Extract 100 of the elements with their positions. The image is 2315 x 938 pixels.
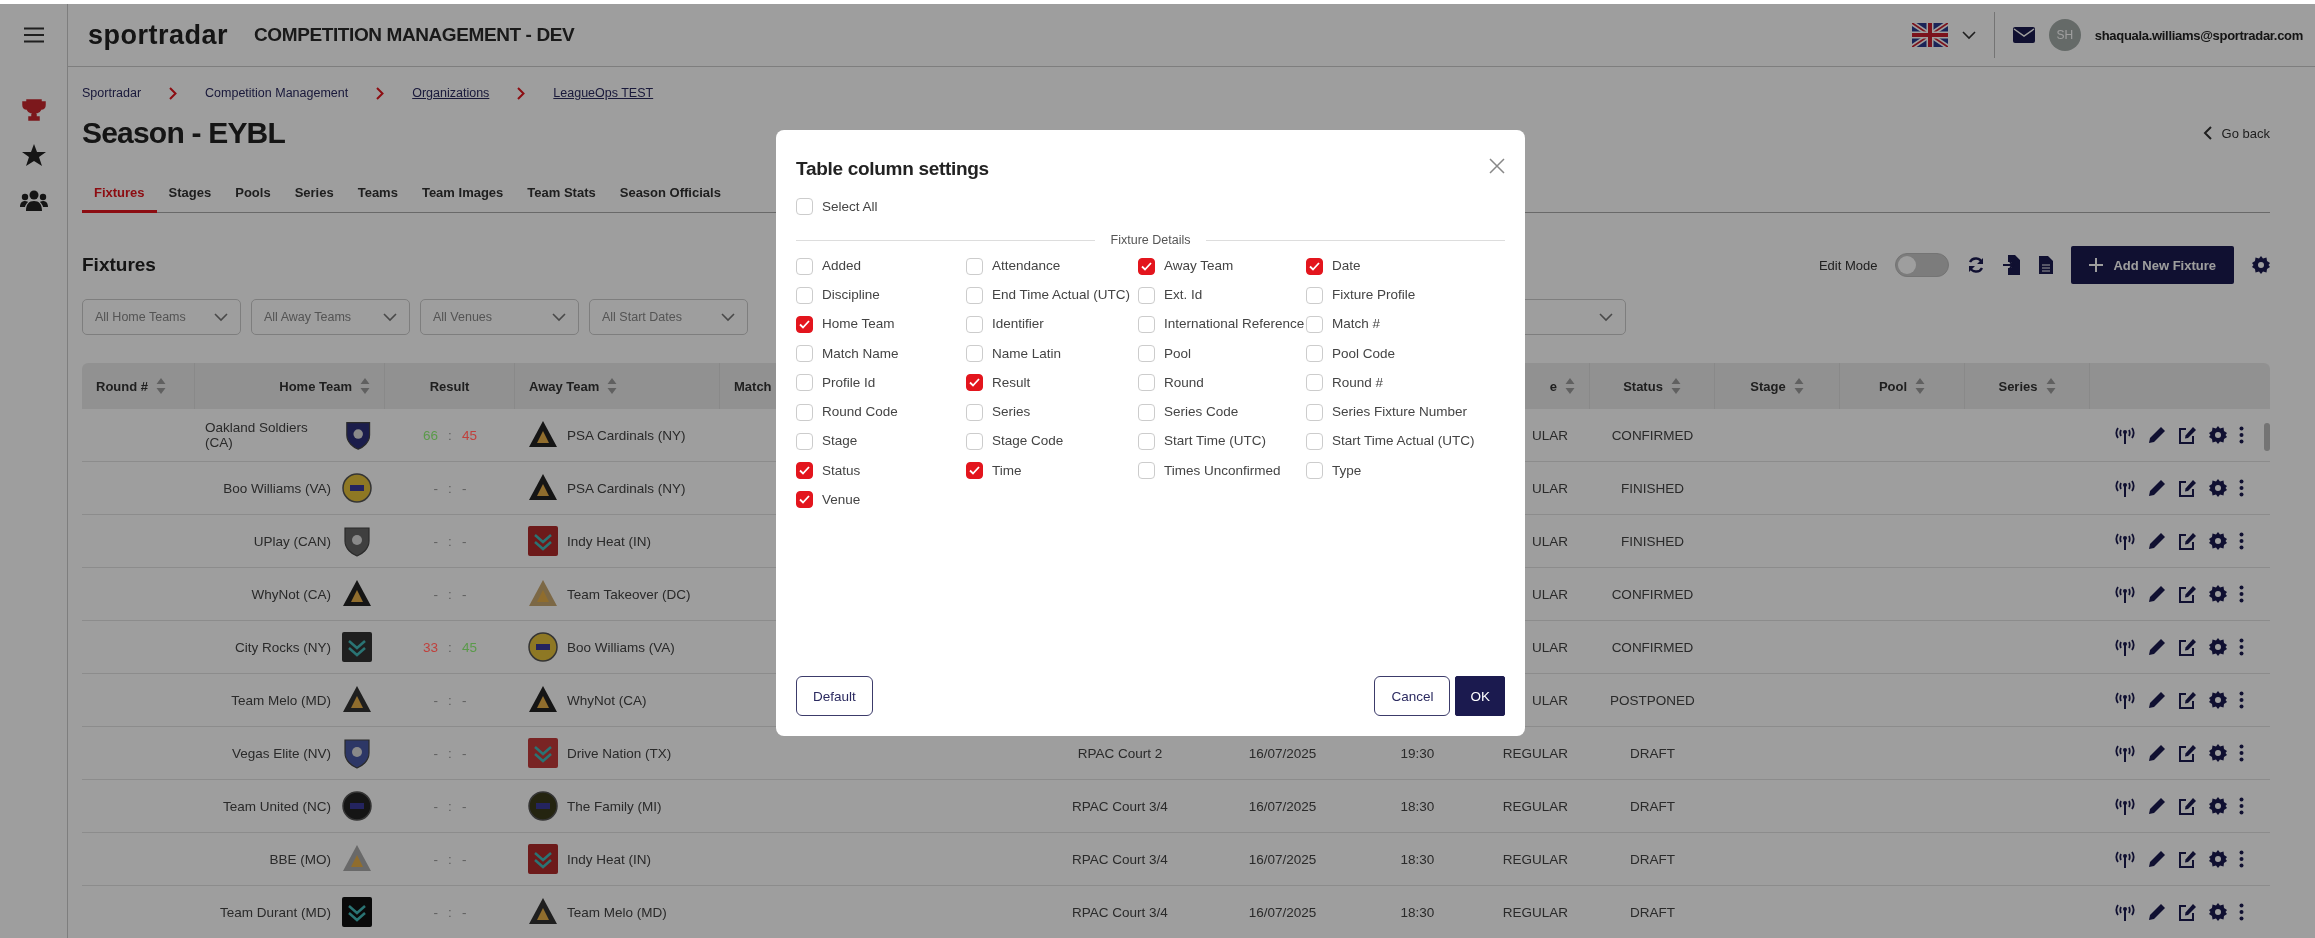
more-icon[interactable] [2239, 691, 2244, 709]
mail-icon[interactable] [2012, 27, 2035, 43]
more-icon[interactable] [2239, 585, 2244, 603]
pencil-icon[interactable] [2148, 903, 2166, 921]
edit-icon[interactable] [2178, 426, 2197, 444]
checkbox-label: Select All [822, 199, 878, 214]
breadcrumb-link[interactable]: LeagueOps TEST [553, 86, 654, 100]
file-import-icon[interactable] [2003, 255, 2022, 275]
checkbox[interactable] [1138, 257, 1155, 275]
checkbox[interactable] [796, 491, 813, 509]
default-button[interactable]: Default [796, 676, 873, 716]
more-icon[interactable] [2239, 479, 2244, 497]
edit-icon[interactable] [2178, 850, 2197, 868]
tab[interactable]: Pools [223, 185, 283, 213]
tab[interactable]: Season Officials [607, 185, 733, 213]
refresh-icon[interactable] [1967, 256, 1986, 274]
settings-icon[interactable] [2209, 532, 2227, 550]
checkbox[interactable] [966, 462, 983, 480]
column-header[interactable]: Status [1590, 363, 1715, 409]
settings-icon[interactable] [2209, 479, 2227, 497]
star-icon[interactable] [21, 144, 46, 167]
settings-icon[interactable] [2252, 256, 2270, 274]
tab[interactable]: Fixtures [82, 185, 157, 213]
edit-icon[interactable] [2178, 691, 2197, 709]
broadcast-icon[interactable] [2114, 797, 2136, 815]
settings-icon[interactable] [2209, 744, 2227, 762]
broadcast-icon[interactable] [2114, 691, 2136, 709]
chevron-right-icon [169, 86, 178, 100]
broadcast-icon[interactable] [2114, 479, 2136, 497]
broadcast-icon[interactable] [2114, 426, 2136, 444]
pencil-icon[interactable] [2148, 479, 2166, 497]
broadcast-icon[interactable] [2114, 585, 2136, 603]
column-header[interactable]: Home Team [195, 363, 385, 409]
edit-mode-toggle[interactable] [1895, 253, 1950, 277]
column-header[interactable]: Away Team [515, 363, 720, 409]
trophy-icon[interactable] [21, 98, 46, 122]
settings-icon[interactable] [2209, 850, 2227, 868]
circle-emblem-icon [527, 631, 559, 663]
breadcrumb-link[interactable]: Competition Management [205, 86, 349, 100]
tab[interactable]: Stages [156, 185, 224, 213]
settings-icon[interactable] [2209, 797, 2227, 815]
column-header[interactable]: Pool [1840, 363, 1965, 409]
more-icon[interactable] [2239, 532, 2244, 550]
checkbox[interactable] [796, 462, 813, 480]
settings-icon[interactable] [2209, 903, 2227, 921]
pencil-icon[interactable] [2148, 585, 2166, 603]
edit-icon[interactable] [2178, 903, 2197, 921]
broadcast-icon[interactable] [2114, 532, 2136, 550]
edit-icon[interactable] [2178, 479, 2197, 497]
flag-icon[interactable] [1911, 23, 1948, 47]
breadcrumb-link[interactable]: Organizations [412, 86, 490, 100]
pencil-icon[interactable] [2148, 638, 2166, 656]
settings-icon[interactable] [2209, 638, 2227, 656]
edit-icon[interactable] [2178, 797, 2197, 815]
more-icon[interactable] [2239, 903, 2244, 921]
more-icon[interactable] [2239, 850, 2244, 868]
people-icon[interactable] [19, 189, 48, 211]
go-back-link[interactable]: Go back [2221, 125, 2270, 141]
ok-button[interactable]: OK [1455, 676, 1505, 716]
checkbox[interactable] [1306, 257, 1323, 275]
broadcast-icon[interactable] [2114, 903, 2136, 921]
more-icon[interactable] [2239, 797, 2244, 815]
more-icon[interactable] [2239, 744, 2244, 762]
broadcast-icon[interactable] [2114, 638, 2136, 656]
settings-icon[interactable] [2209, 426, 2227, 444]
add-fixture-button[interactable]: Add New Fixture [2071, 246, 2234, 284]
column-header[interactable]: Result [385, 363, 515, 409]
edit-icon[interactable] [2178, 638, 2197, 656]
pencil-icon[interactable] [2148, 850, 2166, 868]
more-icon[interactable] [2239, 426, 2244, 444]
tab[interactable]: Team Images [409, 185, 516, 213]
tab[interactable]: Teams [345, 185, 410, 213]
more-icon[interactable] [2239, 638, 2244, 656]
menu-icon[interactable] [23, 27, 44, 43]
pencil-icon[interactable] [2148, 797, 2166, 815]
pencil-icon[interactable] [2148, 744, 2166, 762]
edit-icon[interactable] [2178, 744, 2197, 762]
breadcrumb-link[interactable]: Sportradar [82, 86, 142, 100]
file-icon[interactable] [2039, 256, 2054, 274]
settings-icon[interactable] [2209, 691, 2227, 709]
tab[interactable]: Series [282, 185, 346, 213]
checkbox-label: Round # [1332, 373, 1384, 392]
pencil-icon[interactable] [2148, 691, 2166, 709]
column-header[interactable]: Stage [1715, 363, 1840, 409]
column-header[interactable]: Round # [82, 363, 195, 409]
pencil-icon[interactable] [2148, 532, 2166, 550]
tab[interactable]: Team Stats [515, 185, 608, 213]
checkbox[interactable] [966, 374, 983, 392]
checkbox[interactable] [796, 316, 813, 334]
user-email[interactable]: shaquala.williams@sportradar.com [2094, 27, 2303, 43]
broadcast-icon[interactable] [2114, 850, 2136, 868]
close-icon[interactable] [1489, 158, 1505, 174]
edit-icon[interactable] [2178, 585, 2197, 603]
pencil-icon[interactable] [2148, 426, 2166, 444]
cancel-button[interactable]: Cancel [1374, 676, 1451, 716]
broadcast-icon[interactable] [2114, 744, 2136, 762]
edit-icon[interactable] [2178, 532, 2197, 550]
column-header[interactable]: Series [1965, 363, 2090, 409]
settings-icon[interactable] [2209, 585, 2227, 603]
scrollbar[interactable] [2264, 423, 2270, 451]
